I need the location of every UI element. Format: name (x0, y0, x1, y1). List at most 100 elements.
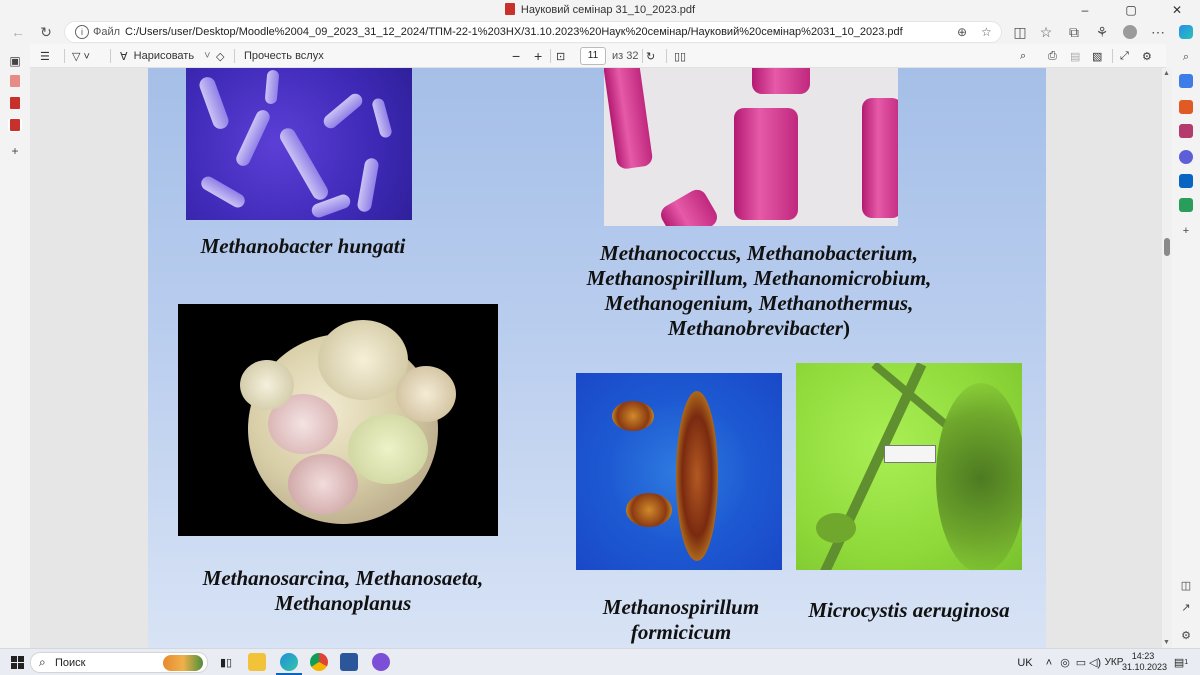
profile-avatar[interactable] (1118, 22, 1142, 42)
tab-pdf-1[interactable] (8, 74, 22, 88)
copilot-icon[interactable] (1174, 22, 1198, 42)
search-placeholder: Поиск (55, 657, 86, 669)
sidebar-search-icon[interactable]: ⌕ (1179, 50, 1193, 64)
sidebar-settings-icon[interactable]: ⚙ (1179, 628, 1193, 642)
draw-button[interactable]: ∀ Нарисовать ˅ (120, 47, 211, 65)
save-icon[interactable]: ▤ (1070, 47, 1080, 65)
zoom-in-button[interactable]: + (534, 47, 542, 65)
save-as-icon[interactable]: ▧ (1092, 47, 1102, 65)
title-bar: Науковий семінар 31_10_2023.pdf – ▢ ✕ (0, 0, 1200, 20)
methanospirillum-photo (576, 373, 782, 570)
sidebar-add-icon[interactable]: + (1179, 224, 1193, 238)
sidebar-tools-icon[interactable] (1179, 100, 1193, 114)
zoom-page-icon[interactable]: ⊕ (957, 25, 967, 39)
tray-volume-icon[interactable]: ◁) (1088, 653, 1102, 672)
page-number-input[interactable]: 11 (580, 47, 606, 65)
favorite-star-icon[interactable]: ☆ (981, 25, 992, 39)
draw-icon: ∀ (120, 50, 134, 63)
search-icon: ⌕ (39, 655, 46, 669)
minimize-button[interactable]: – (1062, 0, 1108, 20)
settings-icon[interactable]: ⚙ (1142, 47, 1152, 65)
caption-methanobacter: Methanobacter hungati (200, 234, 406, 258)
divider (64, 49, 65, 63)
page-view-icon[interactable]: ▯▯ (674, 47, 686, 65)
clock-time: 14:23 (1131, 651, 1155, 661)
task-view-icon[interactable]: ▮▯ (216, 653, 236, 672)
sidebar-outlook-icon[interactable] (1179, 174, 1193, 188)
viber-icon[interactable] (372, 653, 390, 671)
collections-icon[interactable]: ⧉ (1062, 22, 1086, 42)
methanococcus-photo (604, 68, 898, 226)
tray-chevron-icon[interactable]: ˄ (1042, 653, 1056, 672)
scroll-down-icon[interactable]: ▼ (1163, 639, 1170, 646)
tray-network-icon[interactable]: ◎ (1058, 653, 1072, 672)
tray-display-icon[interactable]: ▭ (1074, 653, 1088, 672)
caption-line: Methanospirillum, Methanomicrobium, (586, 266, 932, 290)
window-title: Науковий семінар 31_10_2023.pdf (0, 3, 1200, 16)
start-button[interactable] (8, 653, 26, 672)
eraser-icon[interactable]: ◇ (216, 47, 224, 65)
file-explorer-icon[interactable] (248, 653, 266, 671)
contents-icon[interactable]: ☰ (40, 47, 50, 65)
edge-icon[interactable] (280, 653, 298, 671)
caption-methanosarcina: Methanosarcina, Methanosaeta, Methanopla… (178, 566, 508, 616)
print-icon[interactable]: ⎙ (1048, 47, 1057, 65)
pdf-viewer[interactable]: Methanobacter hungati Methanococcus, Met… (30, 68, 1162, 648)
tab-actions-icon[interactable]: ▣ (8, 54, 22, 68)
more-menu-icon[interactable]: ⋯ (1146, 22, 1170, 42)
extensions-icon[interactable]: ⚘ (1090, 22, 1114, 42)
caption-line: Methanogenium, Methanothermus, (604, 291, 914, 315)
notifications-button[interactable]: ▤ 1 (1172, 653, 1190, 672)
ime-label[interactable]: УКР (1104, 653, 1124, 672)
fullscreen-icon[interactable]: ⤢ (1120, 47, 1129, 65)
rotate-icon[interactable]: ↻ (646, 47, 655, 65)
caption-line: Methanoplanus (274, 591, 412, 615)
caption-line: formicicum (630, 620, 732, 644)
word-icon[interactable] (340, 653, 358, 671)
methanosarcina-photo (178, 304, 498, 536)
clock[interactable]: 14:23 31.10.2023 (1122, 651, 1168, 673)
maximize-button[interactable]: ▢ (1108, 0, 1154, 20)
zoom-out-button[interactable]: − (512, 47, 520, 65)
taskbar-search[interactable]: ⌕ Поиск (30, 652, 208, 673)
navigation-bar: ← ↻ i Файл C:/Users/user/Desktop/Moodle%… (0, 20, 1200, 44)
favorites-icon[interactable]: ☆ (1034, 22, 1058, 42)
notification-icon: ▤ (1173, 657, 1185, 669)
scrollbar-thumb[interactable] (1164, 238, 1170, 256)
sidebar-split-icon[interactable]: ◫ (1179, 578, 1193, 592)
divider (666, 49, 667, 63)
info-icon[interactable]: i (75, 25, 89, 39)
tab-pdf-2[interactable] (8, 96, 22, 110)
scroll-up-icon[interactable]: ▲ (1163, 70, 1170, 77)
highlight-icon[interactable]: ▽ ˅ (72, 47, 90, 65)
sidebar-games-icon[interactable] (1179, 124, 1193, 138)
address-bar[interactable]: i Файл C:/Users/user/Desktop/Moodle%2004… (64, 21, 1002, 43)
caption-methanogen-group: Methanococcus, Methanobacterium, Methano… (554, 241, 964, 341)
back-button[interactable]: ← (6, 22, 30, 42)
url-text[interactable]: C:/Users/user/Desktop/Moodle%2004_09_202… (125, 26, 903, 38)
sidebar-m365-icon[interactable] (1179, 150, 1193, 164)
clock-date: 31.10.2023 (1122, 662, 1168, 672)
caption-line: Methanococcus, Methanobacterium, (600, 241, 918, 265)
split-screen-icon[interactable]: ◫ (1008, 22, 1032, 42)
divider (1112, 49, 1113, 63)
external-link-icon[interactable]: ↗ (1179, 600, 1193, 614)
vertical-tabs-rail: ▣ + (0, 44, 30, 648)
search-icon[interactable]: ⌕ (1020, 47, 1026, 65)
close-button[interactable]: ✕ (1154, 0, 1200, 20)
fit-page-icon[interactable]: ⊡ (556, 47, 565, 65)
chrome-icon[interactable] (310, 653, 328, 671)
caption-line: Methanospirillum (602, 595, 760, 619)
read-aloud-button[interactable]: Прочесть вслух (244, 47, 324, 65)
refresh-button[interactable]: ↻ (34, 22, 58, 42)
divider (642, 49, 643, 63)
language-label[interactable]: UK (1016, 653, 1034, 672)
window-title-text: Науковий семінар 31_10_2023.pdf (520, 4, 696, 16)
sidebar-drop-icon[interactable] (1179, 198, 1193, 212)
vertical-scrollbar[interactable]: ▲ ▼ (1162, 68, 1172, 648)
caption-line: Methanosarcina, Methanosaeta, (202, 566, 484, 590)
sidebar-shopping-icon[interactable] (1179, 74, 1193, 88)
new-tab-icon[interactable]: + (8, 144, 22, 158)
caption-close-paren: ) (842, 316, 850, 340)
tab-pdf-active[interactable] (8, 118, 22, 132)
